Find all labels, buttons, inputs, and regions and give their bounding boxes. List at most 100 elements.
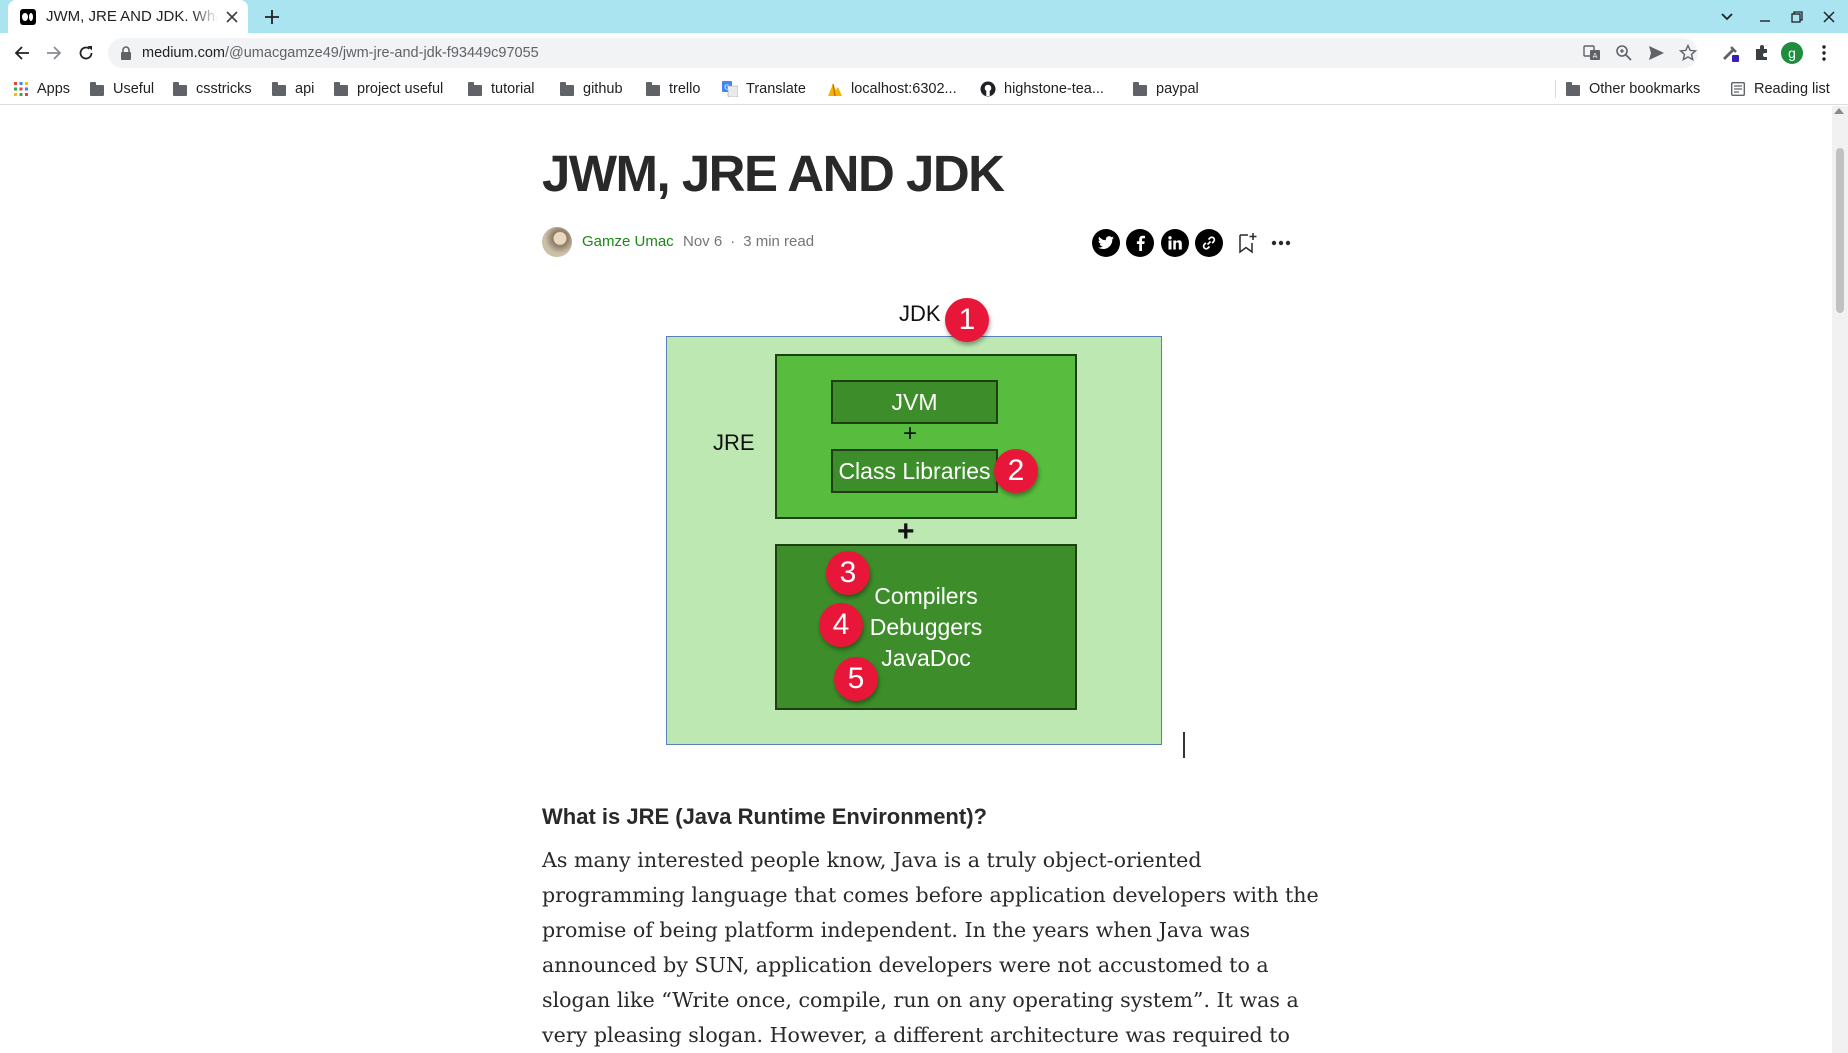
- paragraph-line: very pleasing slogan. However, a differe…: [542, 1023, 1290, 1047]
- bookmark-localhost[interactable]: localhost:6302...: [827, 77, 957, 101]
- bookmark-label: github: [583, 81, 623, 97]
- bookmark-label: tutorial: [491, 81, 535, 97]
- bookmark-label: Apps: [37, 81, 71, 97]
- extensions-icon[interactable]: [1750, 41, 1774, 65]
- close-icon[interactable]: [222, 7, 242, 27]
- number-badge-4: 4: [819, 603, 863, 647]
- bookmark-api[interactable]: api: [271, 77, 314, 101]
- paragraph-line: promise of being platform independent. I…: [542, 918, 1251, 942]
- apps-grid-icon: [13, 81, 29, 97]
- text-cursor: [1183, 732, 1185, 758]
- paragraph-line: programming language that comes before a…: [542, 883, 1319, 907]
- bookmark-highstone[interactable]: highstone-tea...: [980, 77, 1104, 101]
- tab-search-button[interactable]: [1713, 4, 1741, 30]
- read-time: 3 min read: [743, 233, 815, 250]
- scrollbar-thumb[interactable]: [1836, 148, 1844, 313]
- bookmark-translate[interactable]: G Translate: [722, 77, 806, 101]
- forward-button[interactable]: [40, 39, 68, 67]
- tool-compilers: Compilers: [874, 583, 978, 609]
- plus-sign: +: [903, 420, 918, 447]
- article-paragraph: As many interested people know, Java is …: [542, 843, 1319, 1053]
- github-icon: [980, 81, 996, 97]
- more-icon[interactable]: [1267, 229, 1295, 257]
- star-icon[interactable]: [1676, 41, 1700, 65]
- bookmark-project-useful[interactable]: project useful: [333, 77, 443, 101]
- reading-list-icon: [1730, 81, 1746, 97]
- bookmark-label: highstone-tea...: [1004, 81, 1104, 97]
- link-icon[interactable]: [1195, 229, 1223, 257]
- class-libraries-box: Class Libraries: [831, 449, 998, 493]
- bookmark-trello[interactable]: trello: [645, 77, 700, 101]
- bookmark-label: localhost:6302...: [851, 81, 957, 97]
- profile-avatar[interactable]: g: [1780, 41, 1804, 65]
- folder-icon: [1565, 81, 1581, 97]
- paragraph-line: As many interested people know, Java is …: [542, 848, 1202, 872]
- number-badge-2: 2: [994, 449, 1038, 493]
- lock-icon[interactable]: [120, 46, 132, 60]
- chrome-menu-icon[interactable]: [1812, 41, 1836, 65]
- tab-title: JWM, JRE AND JDK. What is JRE: [46, 8, 218, 25]
- jvm-box: JVM: [831, 380, 998, 424]
- folder-icon: [333, 81, 349, 97]
- zoom-icon[interactable]: [1612, 41, 1636, 65]
- bookmark-tutorial[interactable]: tutorial: [467, 77, 535, 101]
- profile-initial: g: [1781, 42, 1803, 64]
- medium-icon: [20, 8, 36, 25]
- url-text[interactable]: medium.com/@umacgamze49/jwm-jre-and-jdk-…: [142, 44, 539, 62]
- paragraph-line: slogan like “Write once, compile, run on…: [542, 988, 1299, 1012]
- folder-icon: [559, 81, 575, 97]
- bookmark-label: Useful: [113, 81, 155, 97]
- bookmarks-divider: [1555, 80, 1556, 98]
- bookmark-label: csstricks: [196, 81, 252, 97]
- facebook-icon[interactable]: [1126, 229, 1154, 257]
- back-button[interactable]: [8, 39, 36, 67]
- bookmark-add-icon[interactable]: [1233, 229, 1261, 257]
- other-bookmarks[interactable]: Other bookmarks: [1565, 77, 1700, 101]
- linkedin-icon[interactable]: [1161, 229, 1189, 257]
- bookmark-label: paypal: [1156, 81, 1199, 97]
- bookmark-label: trello: [669, 81, 701, 97]
- bookmark-apps[interactable]: Apps: [13, 77, 70, 101]
- folder-icon: [1132, 81, 1148, 97]
- new-tab-button[interactable]: [260, 5, 284, 29]
- scroll-up-arrow-icon[interactable]: [1834, 108, 1844, 114]
- number-badge-5: 5: [834, 657, 878, 701]
- folder-icon: [467, 81, 483, 97]
- number-badge-3: 3: [826, 551, 870, 595]
- jdk-label: JDK: [899, 301, 941, 326]
- url-host: medium.com: [142, 45, 225, 61]
- meta-separator: ·: [730, 233, 736, 250]
- bookmark-label: Translate: [746, 81, 806, 97]
- browser-tab[interactable]: JWM, JRE AND JDK. What is JRE: [8, 0, 248, 33]
- translate-page-icon[interactable]: A: [1580, 41, 1604, 65]
- window-close-button[interactable]: [1815, 4, 1843, 30]
- bookmark-github[interactable]: github: [559, 77, 623, 101]
- bookmark-label: api: [295, 81, 315, 97]
- bookmark-csstricks[interactable]: csstricks: [172, 77, 252, 101]
- article-title: JWM, JRE AND JDK: [542, 145, 1005, 202]
- bookmark-label: project useful: [357, 81, 444, 97]
- author-avatar[interactable]: [542, 227, 572, 257]
- folder-icon: [172, 81, 188, 97]
- reading-list[interactable]: Reading list: [1730, 77, 1830, 101]
- restore-button[interactable]: [1783, 4, 1811, 30]
- jre-box: [775, 354, 1077, 519]
- url-path: /@umacgamze49/jwm-jre-and-jdk-f93449c970…: [225, 45, 539, 61]
- minimize-button[interactable]: [1751, 4, 1779, 30]
- reload-button[interactable]: [72, 39, 100, 67]
- reading-list-label: Reading list: [1754, 81, 1830, 97]
- svg-text:A: A: [1593, 52, 1598, 60]
- folder-icon: [645, 81, 661, 97]
- other-bookmarks-label: Other bookmarks: [1589, 81, 1701, 97]
- google-translate-icon: G: [722, 81, 738, 97]
- tool-debuggers: Debuggers: [869, 614, 983, 640]
- send-icon[interactable]: [1644, 41, 1668, 65]
- section-heading: What is JRE (Java Runtime Environment)?: [542, 804, 987, 829]
- eyedropper-extension-icon[interactable]: [1718, 41, 1742, 65]
- svg-text:G: G: [724, 84, 729, 92]
- bookmark-paypal[interactable]: paypal: [1132, 77, 1199, 101]
- bookmark-useful[interactable]: Useful: [89, 77, 154, 101]
- author-name[interactable]: Gamze Umac: [582, 233, 674, 251]
- folder-icon: [89, 81, 105, 97]
- twitter-icon[interactable]: [1092, 229, 1120, 257]
